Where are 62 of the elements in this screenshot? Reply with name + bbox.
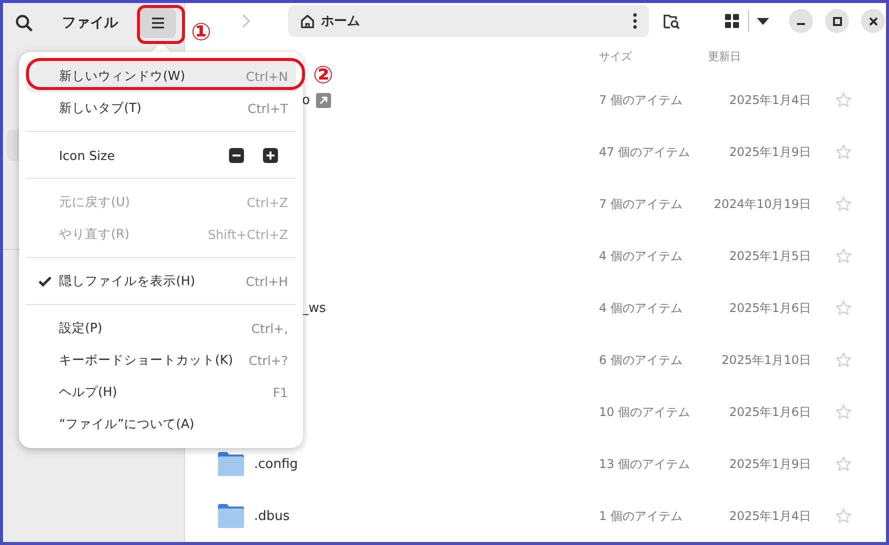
menu-item[interactable]: キーボードショートカット(K) Ctrl+?: [26, 344, 296, 376]
size-cell-text: 6 個のアイテム: [599, 352, 684, 368]
menu-item[interactable]: 設定(P) Ctrl+,: [26, 312, 296, 344]
menu-item[interactable]: ヘルプ(H) F1: [26, 376, 296, 408]
menu-item[interactable]: “ファイル”について(A): [26, 408, 296, 440]
size-cell-text: 4 個のアイテム: [599, 300, 684, 316]
date-cell-text: 2025年1月9日: [728, 144, 811, 160]
maximize-button[interactable]: [825, 9, 849, 34]
date-cell-text: 2025年1月10日: [720, 352, 811, 368]
highlight-outline: [137, 5, 185, 44]
close-icon: [868, 16, 878, 26]
minimize-button[interactable]: [789, 9, 813, 34]
size-cell-text: 10 個のアイテム: [599, 404, 692, 420]
star-icon[interactable]: [835, 508, 852, 524]
star-icon[interactable]: [835, 404, 852, 420]
star-icon[interactable]: [835, 248, 852, 264]
menu-button[interactable]: [140, 8, 176, 38]
date-cell-text: 2025年1月9日: [728, 456, 811, 472]
file-name[interactable]: o: [302, 92, 310, 108]
menu-item[interactable]: 隠しファイルを表示(H) Ctrl+H: [26, 265, 296, 297]
home-icon: [300, 14, 315, 29]
file-name[interactable]: .dbus: [254, 508, 290, 524]
size-cell-text: 1 個のアイテム: [599, 508, 684, 524]
step-number: ①: [191, 20, 212, 44]
file-name[interactable]: .config: [254, 456, 298, 472]
zoom-in-icon[interactable]: [263, 148, 278, 162]
star-icon[interactable]: [835, 352, 852, 368]
maximize-icon: [832, 16, 842, 26]
search-icon[interactable]: [15, 14, 33, 32]
star-icon[interactable]: [835, 456, 852, 472]
menu-icon: [151, 17, 165, 29]
size-cell-text: 7 個のアイテム: [599, 196, 684, 212]
close-button[interactable]: [861, 9, 885, 34]
size-cell-text: 7 個のアイテム: [599, 92, 684, 108]
app-title: ファイル: [62, 14, 118, 32]
step-number: ②: [313, 63, 334, 87]
star-icon[interactable]: [835, 300, 852, 316]
location-bar[interactable]: ホーム: [288, 5, 649, 38]
grid-view-icon[interactable]: [724, 13, 740, 30]
size-cell-text: 13 個のアイテム: [599, 456, 692, 472]
folder-search-icon[interactable]: [663, 12, 681, 30]
star-icon[interactable]: [835, 144, 852, 160]
dropdown-caret-icon[interactable]: [757, 18, 769, 25]
folder-icon: [217, 451, 245, 477]
zoom-out-icon[interactable]: [229, 148, 244, 162]
file-name[interactable]: _ws: [302, 300, 326, 316]
date-cell-text: 2025年1月4日: [728, 508, 811, 524]
size-cell-text: 47 個のアイテム: [599, 144, 692, 160]
size-cell-text: 4 個のアイテム: [599, 248, 684, 264]
menu-label: Icon Size: [59, 148, 116, 162]
date-cell-text: 2024年10月19日: [712, 196, 811, 212]
folder-icon: [217, 503, 245, 529]
star-icon[interactable]: [835, 92, 852, 108]
date-cell-text: 2025年1月5日: [728, 248, 811, 264]
date-cell-text: 2025年1月4日: [728, 92, 811, 108]
column-header[interactable]: サイズ: [599, 49, 632, 64]
date-cell-text: 2025年1月6日: [728, 404, 811, 420]
date-cell-text: 2025年1月6日: [728, 300, 811, 316]
more-options-icon[interactable]: [633, 13, 637, 30]
star-icon[interactable]: [835, 196, 852, 212]
location-label: ホーム: [321, 13, 361, 30]
menu-item[interactable]: 新しいタブ(T) Ctrl+T: [26, 92, 296, 124]
